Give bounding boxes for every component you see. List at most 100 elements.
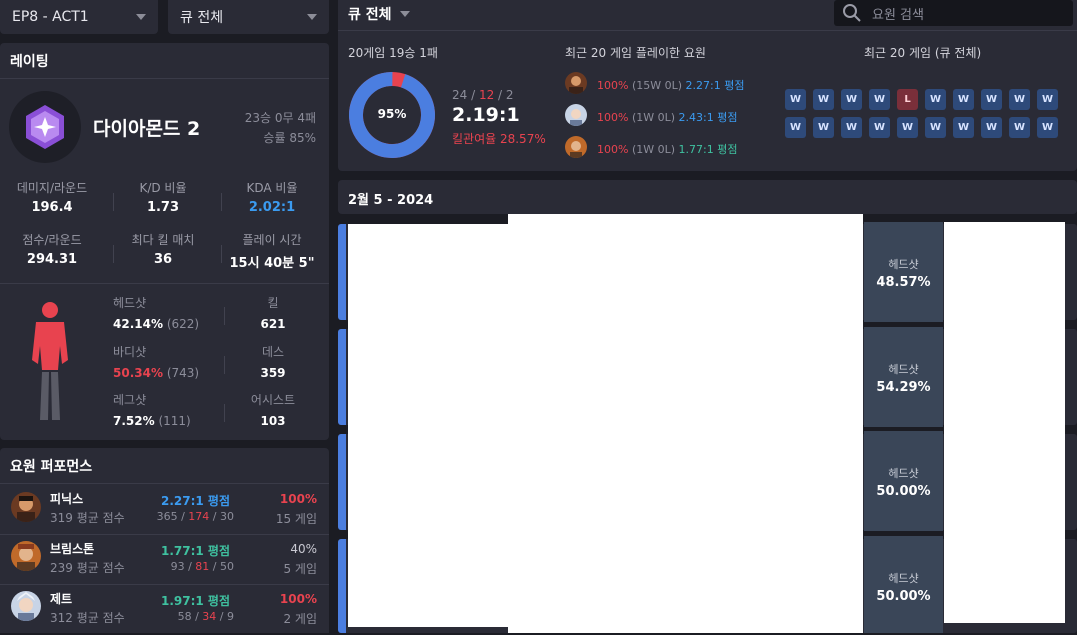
agent-search[interactable]: 요원 검색 <box>834 0 1073 26</box>
result-win: W <box>841 89 862 110</box>
jett-avatar <box>565 104 587 126</box>
match-headshot: 헤드샷 54.29% <box>864 327 943 427</box>
brimstone-avatar <box>11 541 41 571</box>
season-label: EP8 - ACT1 <box>12 9 89 25</box>
result-win: W <box>981 89 1002 110</box>
stat-most-kills: 최다 킬 매치 36 <box>131 233 195 267</box>
result-win: W <box>1037 117 1058 138</box>
date-header: 2월 5 - 2024 <box>338 180 1077 214</box>
phoenix-avatar <box>11 492 41 522</box>
queue-label: 큐 전체 <box>180 10 224 26</box>
brimstone-avatar <box>565 136 587 158</box>
agent-winrate: 40% <box>290 542 317 556</box>
result-win: W <box>953 89 974 110</box>
agent-games: 2 게임 <box>283 612 317 626</box>
result-win: W <box>897 117 918 138</box>
stat-kda: KDA 비율 2.02:1 <box>246 181 298 215</box>
season-dropdown[interactable]: EP8 - ACT1 <box>0 0 158 34</box>
agent-perf-title: 요원 퍼포먼스 <box>10 459 93 475</box>
agent-performance-panel: 요원 퍼포먼스 피닉스 319 평균 점수 2.27:1 평점 365 / 17… <box>0 448 329 633</box>
stat-score: 점수/라운드 294.31 <box>22 233 82 267</box>
search-icon <box>843 4 861 22</box>
donut-percent: 95% <box>377 107 407 121</box>
agent-name: 제트 <box>50 592 73 606</box>
result-win: W <box>785 89 806 110</box>
result-loss: L <box>897 89 918 110</box>
agent-name: 피닉스 <box>50 492 84 506</box>
rating-panel: 레이팅 다이아몬드 2 23승 0무 4패 승률 85% 데미지/라운드 196… <box>0 43 329 440</box>
recent-games-title: 최근 20 게임 (큐 전체) <box>864 46 982 60</box>
result-win: W <box>1009 89 1030 110</box>
result-win: W <box>785 117 806 138</box>
search-input[interactable]: 요원 검색 <box>872 4 924 23</box>
result-win: W <box>869 117 890 138</box>
redacted-area <box>944 222 1065 623</box>
redacted-area <box>508 214 863 633</box>
chevron-down-icon <box>307 14 317 20</box>
chevron-down-icon <box>136 14 146 20</box>
agent-kda-detail: 58 / 34 / 9 <box>177 610 234 623</box>
result-win: W <box>813 89 834 110</box>
stat-damage: 데미지/라운드 196.4 <box>16 181 88 215</box>
queue-dropdown-left[interactable]: 큐 전체 <box>168 0 329 34</box>
agent-winrate: 100% <box>279 492 317 506</box>
body-hitmap-icon <box>32 302 68 420</box>
match-headshot: 헤드샷 50.00% <box>864 431 943 531</box>
agent-row-phoenix[interactable]: 피닉스 319 평균 점수 2.27:1 평점 365 / 174 / 30 1… <box>0 484 329 534</box>
head-stat: 헤드샷 42.14% (622) <box>113 296 200 331</box>
agent-name: 브림스톤 <box>50 542 95 556</box>
jett-avatar <box>11 591 41 621</box>
assist-stat: 어시스트 103 <box>250 393 296 428</box>
agent-score: 319 평균 점수 <box>50 511 125 525</box>
chevron-down-icon <box>399 11 410 17</box>
recent-agent-row: 100% (1W 0L) 1.77:1 평점 <box>597 143 738 156</box>
kill-stat: 킬 621 <box>260 296 286 331</box>
winrate: 승률 85% <box>263 131 316 145</box>
result-win: W <box>981 117 1002 138</box>
match-date: 2월 5 - 2024 <box>348 193 434 208</box>
recent-agent-row: 100% (1W 0L) 2.43:1 평점 <box>597 111 738 124</box>
record: 23승 0무 4패 <box>244 111 316 125</box>
agent-winrate: 100% <box>279 592 317 606</box>
agent-kda: 2.27:1 평점 <box>160 494 230 508</box>
phoenix-avatar <box>565 72 587 94</box>
queue-dropdown-main[interactable]: 큐 전체 <box>348 4 410 24</box>
stat-kd: K/D 비율 1.73 <box>139 181 187 215</box>
result-win: W <box>925 89 946 110</box>
kill-participation: 킬관여율 28.57% <box>452 132 546 146</box>
queue-main-label: 큐 전체 <box>348 7 392 23</box>
result-win: W <box>925 117 946 138</box>
games-summary-title: 20게임 19승 1패 <box>348 46 438 60</box>
rank-name: 다이아몬드 2 <box>93 118 201 140</box>
agent-kda: 1.97:1 평점 <box>160 594 230 608</box>
result-win: W <box>841 117 862 138</box>
leg-stat: 레그샷 7.52% (111) <box>113 393 191 428</box>
recent-agents-title: 최근 20 게임 플레이한 요원 <box>565 46 706 60</box>
agent-kda-detail: 365 / 174 / 30 <box>156 510 234 523</box>
agent-kda-detail: 93 / 81 / 50 <box>170 560 234 573</box>
result-win: W <box>1009 117 1030 138</box>
agent-games: 15 게임 <box>275 512 317 526</box>
summary-panel: 큐 전체 요원 검색 20게임 19승 1패 95% 24 / 12 / 2 2… <box>338 0 1077 171</box>
recent-agent-row: 100% (15W 0L) 2.27:1 평점 <box>597 79 745 92</box>
result-win: W <box>869 89 890 110</box>
result-win: W <box>813 117 834 138</box>
death-stat: 데스 359 <box>260 345 286 380</box>
agent-kda: 1.77:1 평점 <box>160 544 230 558</box>
agent-row-brimstone[interactable]: 브림스톤 239 평균 점수 1.77:1 평점 93 / 81 / 50 40… <box>0 535 329 585</box>
result-win: W <box>1037 89 1058 110</box>
rank-badge <box>9 91 81 163</box>
agent-games: 5 게임 <box>283 562 317 576</box>
kda-ratio: 2.19:1 <box>452 104 520 126</box>
match-headshot: 헤드샷 50.00% <box>864 536 943 633</box>
match-headshot: 헤드샷 48.57% <box>864 222 943 322</box>
redacted-area <box>348 224 508 627</box>
agent-score: 312 평균 점수 <box>50 611 125 625</box>
result-win: W <box>953 117 974 138</box>
kda-counts: 24 / 12 / 2 <box>452 88 514 102</box>
body-stat: 바디샷 50.34% (743) <box>113 345 200 380</box>
diamond-rank-icon <box>26 105 64 149</box>
agent-row-jett[interactable]: 제트 312 평균 점수 1.97:1 평점 58 / 34 / 9 100% … <box>0 585 329 635</box>
agent-score: 239 평균 점수 <box>50 561 125 575</box>
rating-title: 레이팅 <box>10 54 49 70</box>
